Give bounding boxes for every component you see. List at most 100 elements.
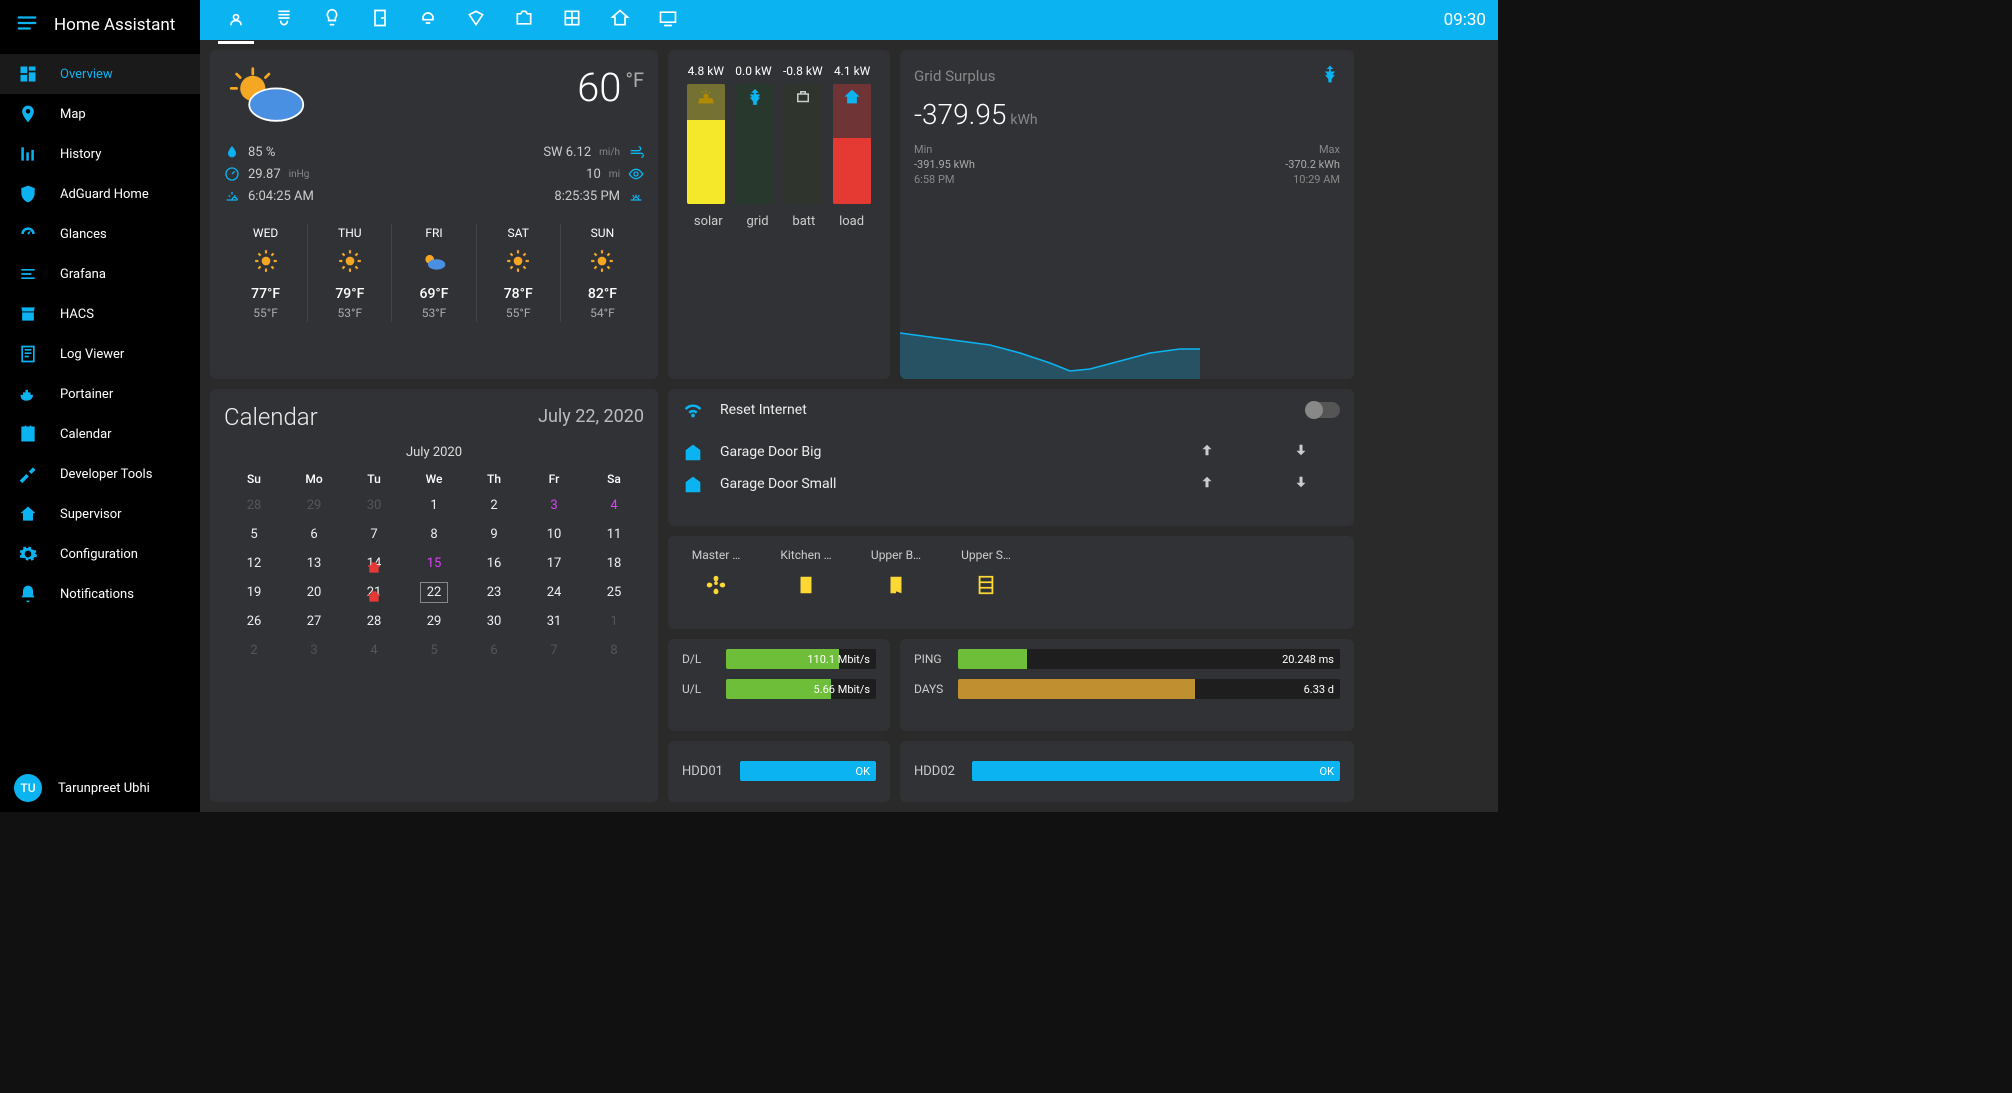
calendar-day[interactable]: 17	[524, 550, 584, 577]
sidebar-item-grafana[interactable]: Grafana	[0, 254, 200, 294]
tab-floorplan[interactable]	[548, 0, 596, 40]
current-temp: 60 °F	[577, 64, 644, 111]
sensor-item[interactable]: Kitchen …	[776, 548, 836, 617]
sidebar-item-history[interactable]: History	[0, 134, 200, 174]
window-icon	[975, 574, 997, 596]
calendar-day[interactable]: 11	[584, 521, 644, 548]
calendar-day[interactable]: 4	[584, 492, 644, 519]
calendar-day[interactable]: 20	[284, 579, 344, 606]
floorplan-icon	[562, 8, 582, 28]
calendar-day[interactable]: 4	[344, 637, 404, 664]
calendar-day[interactable]: 9	[464, 521, 524, 548]
controls-card: Reset Internet Garage Door BigGarage Doo…	[668, 389, 1354, 526]
door-up-button[interactable]	[1168, 473, 1246, 495]
forecast-day: SAT78°F55°F	[477, 224, 561, 322]
sidebar-item-developer-tools[interactable]: Developer Tools	[0, 454, 200, 494]
hdd01-bar: OK	[740, 761, 876, 781]
tab-security[interactable]	[452, 0, 500, 40]
calendar-day[interactable]: 31	[524, 608, 584, 635]
calendar-day[interactable]: 28	[344, 608, 404, 635]
sidebar-item-portainer[interactable]: Portainer	[0, 374, 200, 414]
calendar-day[interactable]: 5	[224, 521, 284, 548]
calendar-day[interactable]: 16	[464, 550, 524, 577]
calendar-day[interactable]: 23	[464, 579, 524, 606]
garage-icon	[682, 441, 704, 463]
sensor-item[interactable]: Upper S…	[956, 548, 1016, 617]
calendar-day[interactable]: 28	[224, 492, 284, 519]
tab-house[interactable]	[596, 0, 644, 40]
door-down-button[interactable]	[1262, 473, 1340, 495]
sensor-item[interactable]: Upper B…	[866, 548, 926, 617]
calendar-day[interactable]: 19	[224, 579, 284, 606]
power-bar-grid	[736, 84, 774, 204]
tab-camera[interactable]	[500, 0, 548, 40]
door-up-button[interactable]	[1168, 441, 1246, 463]
calendar-day[interactable]: 13	[284, 550, 344, 577]
sidebar-item-notifications[interactable]: Notifications	[0, 574, 200, 614]
download-bar: 110.1 Mbit/s	[726, 649, 876, 669]
reset-internet-row: Reset Internet	[682, 399, 1340, 421]
calendar-day[interactable]: 26	[224, 608, 284, 635]
calendar-day[interactable]: 8	[404, 521, 464, 548]
reset-internet-toggle[interactable]	[1306, 402, 1340, 418]
door-icon	[795, 574, 817, 596]
hdd02-card: HDD02 OK	[900, 741, 1354, 802]
calendar-day[interactable]: 7	[524, 637, 584, 664]
calendar-day[interactable]: 25	[584, 579, 644, 606]
calendar-day[interactable]: 27	[284, 608, 344, 635]
tab-screens[interactable]	[644, 0, 692, 40]
calendar-day[interactable]: 29	[404, 608, 464, 635]
calendar-day[interactable]: 2	[464, 492, 524, 519]
calendar-day[interactable]: 6	[464, 637, 524, 664]
calendar-day[interactable]: 1	[404, 492, 464, 519]
tab-climate[interactable]	[260, 0, 308, 40]
gift-icon	[367, 590, 381, 608]
power-card: 4.8 kW0.0 kW-0.8 kW4.1 kW solargridbattl…	[668, 50, 890, 379]
calendar-day[interactable]: 22	[404, 579, 464, 606]
calendar-day[interactable]: 2	[224, 637, 284, 664]
surplus-sparkline	[900, 323, 1200, 379]
menu-icon[interactable]	[16, 12, 38, 38]
tab-lights[interactable]	[308, 0, 356, 40]
calendar-day[interactable]: 30	[344, 492, 404, 519]
sidebar-item-glances[interactable]: Glances	[0, 214, 200, 254]
calendar-day[interactable]: 10	[524, 521, 584, 548]
calendar-day[interactable]: 24	[524, 579, 584, 606]
calendar-day[interactable]: 3	[284, 637, 344, 664]
calendar-day[interactable]: 29	[284, 492, 344, 519]
sidebar-item-configuration[interactable]: Configuration	[0, 534, 200, 574]
calendar-day[interactable]: 15	[404, 550, 464, 577]
sidebar-item-supervisor[interactable]: Supervisor	[0, 494, 200, 534]
sidebar-user[interactable]: TU Tarunpreet Ubhi	[0, 764, 200, 812]
calendar-day[interactable]: 5	[404, 637, 464, 664]
sidebar-item-adguard-home[interactable]: AdGuard Home	[0, 174, 200, 214]
door-open-icon	[885, 574, 907, 596]
tab-doors[interactable]	[356, 0, 404, 40]
sidebar-item-log-viewer[interactable]: Log Viewer	[0, 334, 200, 374]
lights-icon	[322, 8, 342, 28]
garage-icon	[682, 473, 704, 495]
calendar-day[interactable]: 8	[584, 637, 644, 664]
hdd01-card: HDD01 OK	[668, 741, 890, 802]
wifi-icon	[682, 399, 704, 421]
calendar-day[interactable]: 18	[584, 550, 644, 577]
sidebar-item-map[interactable]: Map	[0, 94, 200, 134]
calendar-day[interactable]: 14	[344, 550, 404, 577]
calendar-day[interactable]: 7	[344, 521, 404, 548]
calendar-day[interactable]: 3	[524, 492, 584, 519]
avatar: TU	[14, 774, 42, 802]
sensor-item[interactable]: Master …	[686, 548, 746, 617]
power-bar-load	[833, 84, 871, 204]
sidebar-item-hacs[interactable]: HACS	[0, 294, 200, 334]
calendar-day[interactable]: 12	[224, 550, 284, 577]
tab-home[interactable]	[212, 0, 260, 40]
calendar-day[interactable]: 30	[464, 608, 524, 635]
sidebar-item-overview[interactable]: Overview	[0, 54, 200, 94]
sidebar-item-calendar[interactable]: Calendar	[0, 414, 200, 454]
tab-camera-dome[interactable]	[404, 0, 452, 40]
chart-icon	[18, 144, 38, 164]
door-down-button[interactable]	[1262, 441, 1340, 463]
calendar-day[interactable]: 6	[284, 521, 344, 548]
calendar-day[interactable]: 1	[584, 608, 644, 635]
calendar-day[interactable]: 21	[344, 579, 404, 606]
